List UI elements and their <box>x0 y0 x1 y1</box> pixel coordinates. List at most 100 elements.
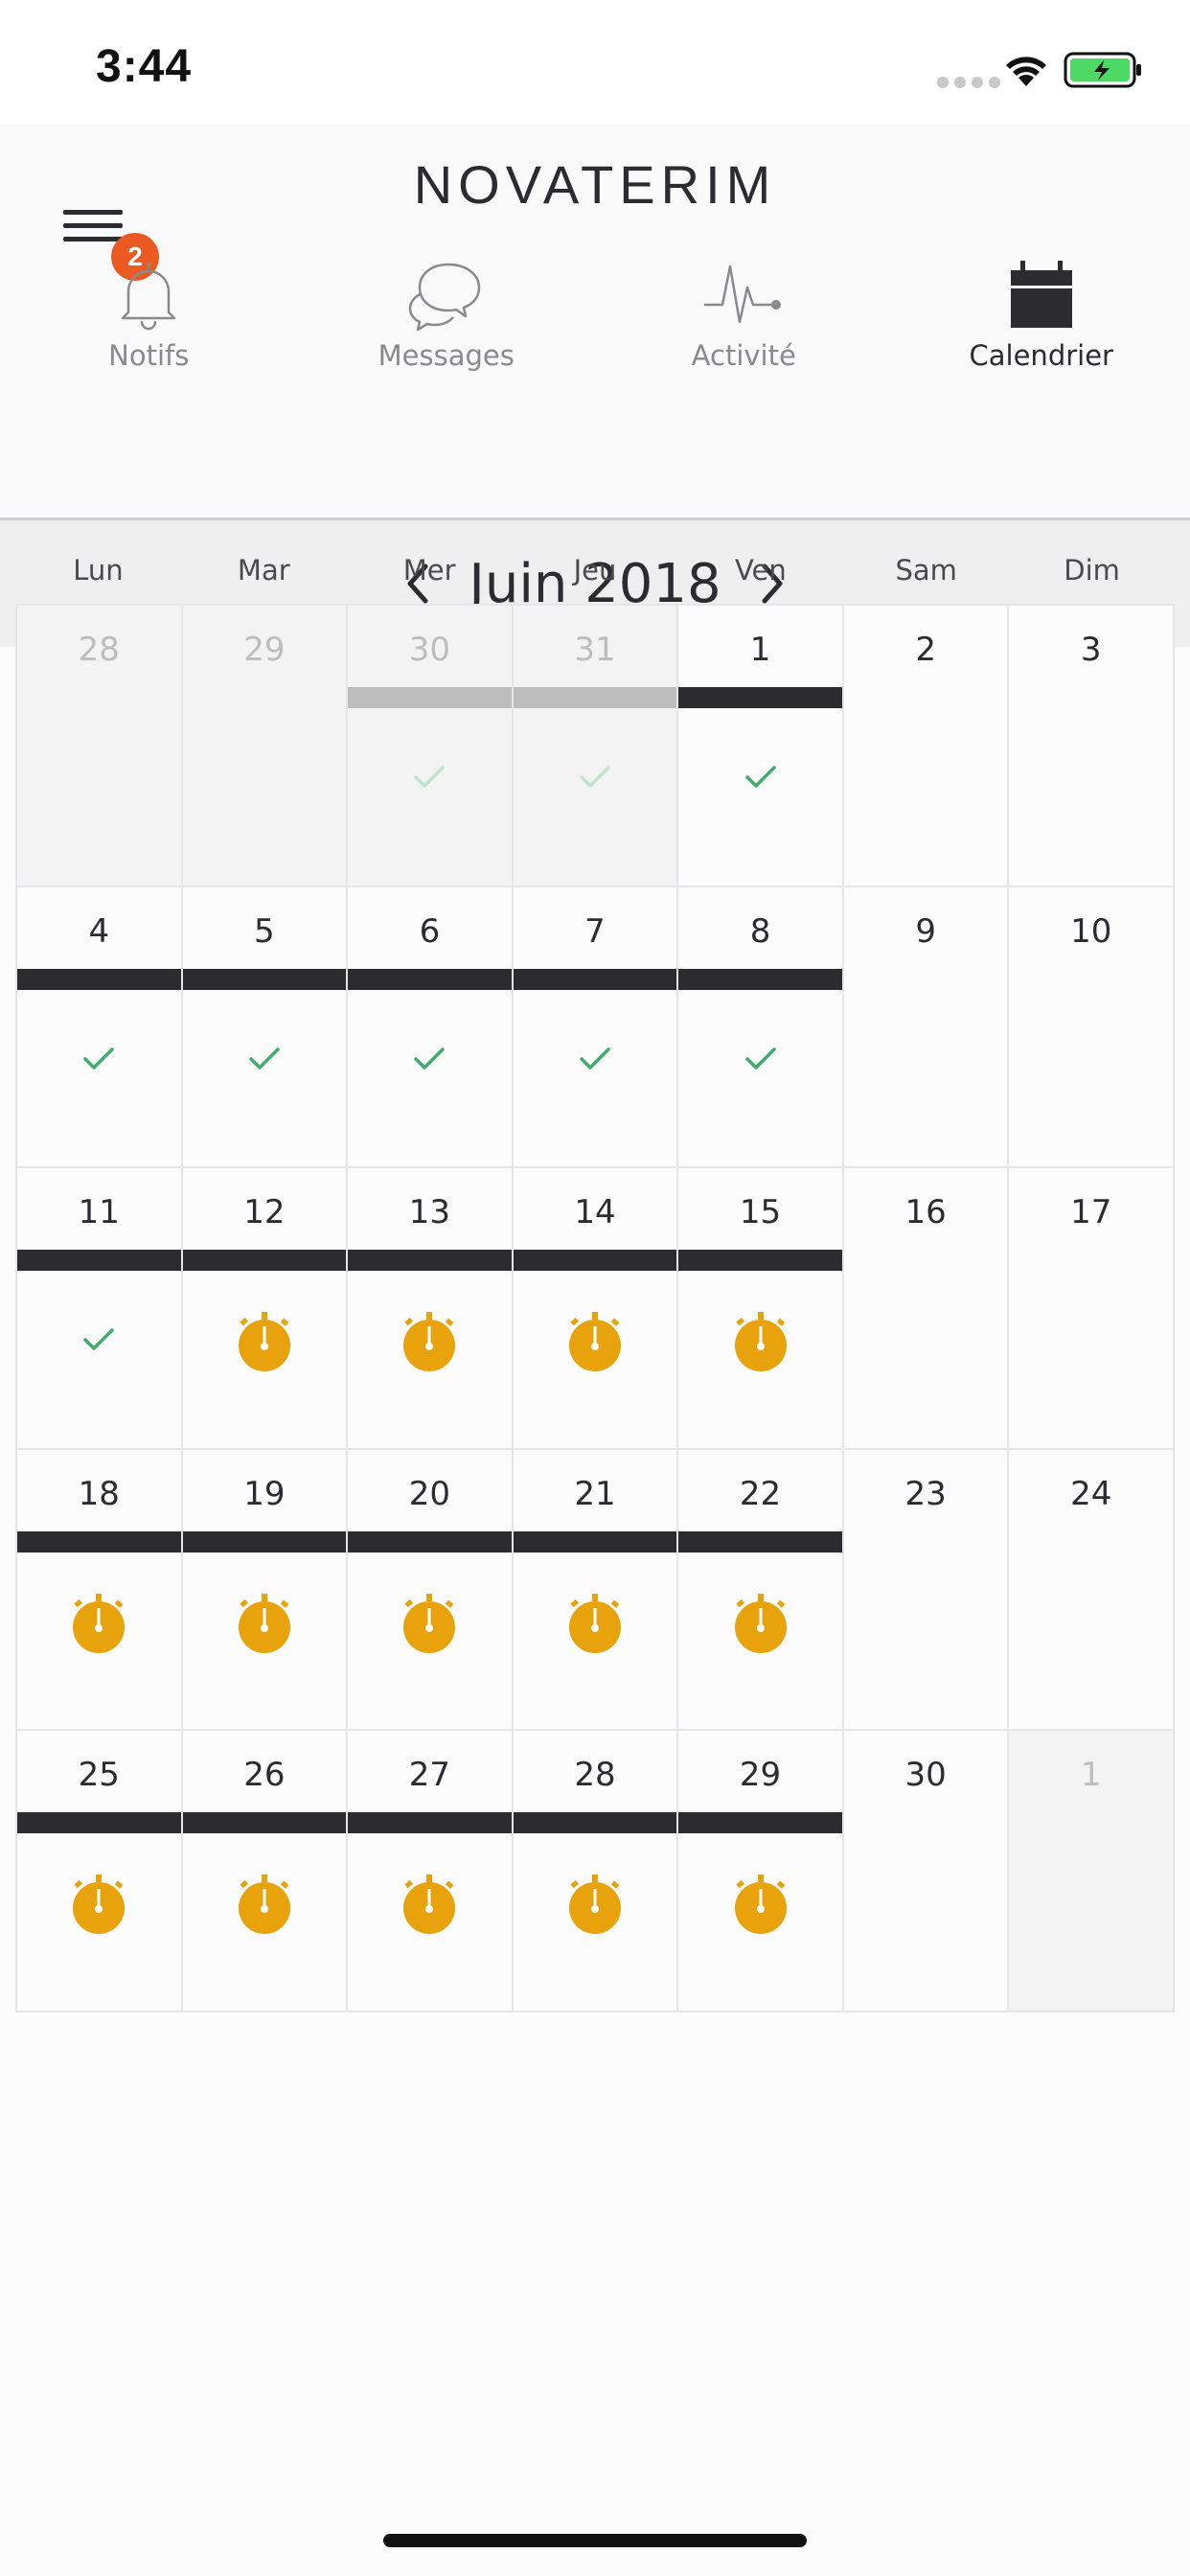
check-icon <box>348 764 512 791</box>
tab-calendrier[interactable]: Calendrier <box>893 259 1190 518</box>
weekday-row: Lun Mar Mer Jeu Ven Sam Dim <box>15 522 1175 604</box>
day-number: 6 <box>419 911 441 951</box>
chat-bubbles-icon <box>298 259 596 332</box>
day-activity-bar <box>17 1812 181 1833</box>
calendar-day-cell[interactable]: 9 <box>843 886 1010 1168</box>
day-number: 29 <box>243 631 286 669</box>
calendar-day-cell[interactable]: 25 <box>17 1731 183 2012</box>
day-activity-bar <box>182 1812 347 1833</box>
day-number: 2 <box>915 631 936 669</box>
day-number: 31 <box>574 631 616 669</box>
calendar-day-cell[interactable]: 20 <box>348 1449 514 1731</box>
weekday-label: Sam <box>895 554 957 586</box>
calendar-day-cell[interactable]: 7 <box>513 886 679 1168</box>
battery-icon <box>1064 52 1144 92</box>
calendar-day-cell[interactable]: 27 <box>348 1731 514 2012</box>
tab-messages[interactable]: Messages <box>298 259 596 518</box>
stopwatch-icon <box>678 1873 842 1936</box>
day-number: 21 <box>574 1474 616 1513</box>
calendar-day-cell[interactable]: 8 <box>678 886 844 1168</box>
calendar-day-cell[interactable]: 30 <box>348 606 514 887</box>
stopwatch-icon <box>514 1310 677 1373</box>
calendar-day-cell[interactable]: 1 <box>1009 1731 1175 2012</box>
calendar-day-cell[interactable]: 4 <box>17 886 183 1168</box>
tab-label: Calendrier <box>969 339 1113 372</box>
day-number: 16 <box>904 1193 947 1231</box>
day-number: 30 <box>408 631 451 669</box>
check-icon <box>678 1046 842 1072</box>
calendar-day-cell[interactable]: 21 <box>513 1449 679 1731</box>
calendar-day-cell[interactable]: 23 <box>843 1449 1010 1731</box>
calendar-day-cell[interactable]: 6 <box>348 886 514 1168</box>
tab-label: Notifs <box>108 339 190 372</box>
stopwatch-icon <box>348 1592 512 1655</box>
day-number: 10 <box>1070 911 1112 951</box>
day-number: 22 <box>739 1474 782 1513</box>
day-number: 13 <box>408 1193 451 1231</box>
calendar-day-cell[interactable]: 31 <box>513 606 679 887</box>
calendar-day-cell[interactable]: 22 <box>678 1449 844 1731</box>
tab-activite[interactable]: Activité <box>595 259 893 518</box>
weekday-label: Jeu <box>573 554 617 586</box>
day-number: 12 <box>243 1193 286 1231</box>
day-number: 5 <box>254 911 275 951</box>
wifi-icon <box>1002 52 1050 92</box>
day-activity-bar <box>348 968 512 990</box>
calendar-day-cell[interactable]: 24 <box>1009 1449 1175 1731</box>
day-activity-bar <box>348 687 512 708</box>
calendar-icon <box>893 259 1190 332</box>
calendar-grid: 28 29 30 31 1 2 3 4 5 6 7 8 9 10 11 12 13 14 15 16 17 18 19 20 2… <box>15 604 1175 2012</box>
day-activity-bar <box>17 1530 181 1552</box>
weekday-label: Ven <box>734 554 787 586</box>
calendar-day-cell[interactable]: 10 <box>1009 886 1175 1168</box>
calendar-day-cell[interactable]: 19 <box>182 1449 349 1731</box>
calendar-day-cell[interactable]: 15 <box>678 1168 844 1450</box>
calendar-day-cell[interactable]: 28 <box>17 606 183 887</box>
day-number: 9 <box>915 911 936 951</box>
calendar-day-cell[interactable]: 3 <box>1009 606 1175 887</box>
status-time: 3:44 <box>96 41 193 92</box>
calendar-day-cell[interactable]: 1 <box>678 606 844 887</box>
stopwatch-icon <box>183 1592 347 1655</box>
tab-bar: Notifs Messages Activité Calendrier <box>0 259 1190 518</box>
weekday-label: Dim <box>1064 554 1120 586</box>
day-number: 23 <box>904 1474 947 1513</box>
day-number: 11 <box>78 1193 120 1231</box>
calendar-day-cell[interactable]: 17 <box>1009 1168 1175 1450</box>
day-number: 29 <box>739 1756 782 1794</box>
calendar-day-cell[interactable]: 29 <box>182 606 349 887</box>
stopwatch-icon <box>514 1592 677 1655</box>
day-number: 8 <box>749 911 771 951</box>
app-logo: NOVATERIM <box>413 154 777 215</box>
day-activity-bar <box>678 1530 842 1552</box>
day-activity-bar <box>678 687 842 708</box>
check-icon <box>678 764 842 791</box>
calendar-day-cell[interactable]: 29 <box>678 1731 844 2012</box>
calendar-day-cell[interactable]: 5 <box>182 886 349 1168</box>
check-icon <box>17 1326 181 1353</box>
check-icon <box>514 764 677 791</box>
calendar-day-cell[interactable]: 28 <box>513 1731 679 2012</box>
calendar-day-cell[interactable]: 12 <box>182 1168 349 1450</box>
day-number: 25 <box>78 1756 120 1794</box>
calendar-day-cell[interactable]: 18 <box>17 1449 183 1731</box>
stopwatch-icon <box>17 1873 181 1936</box>
tab-label: Activité <box>691 339 796 372</box>
calendar-day-cell[interactable]: 30 <box>843 1731 1010 2012</box>
day-number: 24 <box>1070 1474 1112 1513</box>
calendar-day-cell[interactable]: 26 <box>182 1731 349 2012</box>
day-activity-bar <box>513 1530 677 1552</box>
calendar-day-cell[interactable]: 16 <box>843 1168 1010 1450</box>
calendar-day-cell[interactable]: 14 <box>513 1168 679 1450</box>
day-number: 27 <box>408 1756 451 1794</box>
tab-notifs[interactable]: Notifs <box>0 259 298 518</box>
calendar-day-cell[interactable]: 11 <box>17 1168 183 1450</box>
day-activity-bar <box>513 1250 677 1271</box>
day-activity-bar <box>348 1250 512 1271</box>
day-number: 28 <box>78 631 120 669</box>
day-activity-bar <box>678 968 842 990</box>
app-header: 2 NOVATERIM Notifs Messages Activité Cal… <box>0 125 1190 520</box>
calendar-day-cell[interactable]: 13 <box>348 1168 514 1450</box>
calendar-day-cell[interactable]: 2 <box>843 606 1010 887</box>
day-number: 28 <box>574 1756 616 1794</box>
